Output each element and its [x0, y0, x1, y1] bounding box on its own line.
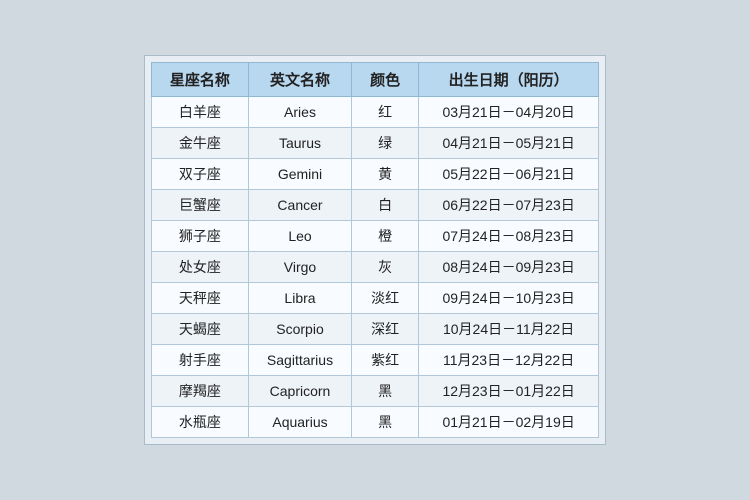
- table-row: 狮子座Leo橙07月24日－08月23日: [151, 221, 598, 252]
- cell-color: 黄: [352, 159, 419, 190]
- table-header-row: 星座名称 英文名称 颜色 出生日期（阳历）: [151, 63, 598, 97]
- cell-chinese: 双子座: [151, 159, 248, 190]
- cell-color: 灰: [352, 252, 419, 283]
- table-row: 射手座Sagittarius紫红11月23日－12月22日: [151, 345, 598, 376]
- cell-date: 11月23日－12月22日: [419, 345, 599, 376]
- cell-color: 黑: [352, 407, 419, 438]
- cell-color: 淡红: [352, 283, 419, 314]
- cell-date: 04月21日－05月21日: [419, 128, 599, 159]
- cell-color: 紫红: [352, 345, 419, 376]
- table-row: 水瓶座Aquarius黑01月21日－02月19日: [151, 407, 598, 438]
- cell-chinese: 摩羯座: [151, 376, 248, 407]
- cell-date: 07月24日－08月23日: [419, 221, 599, 252]
- zodiac-table: 星座名称 英文名称 颜色 出生日期（阳历） 白羊座Aries红03月21日－04…: [151, 62, 599, 438]
- cell-chinese: 白羊座: [151, 97, 248, 128]
- cell-chinese: 巨蟹座: [151, 190, 248, 221]
- cell-english: Aries: [248, 97, 351, 128]
- cell-date: 08月24日－09月23日: [419, 252, 599, 283]
- cell-chinese: 射手座: [151, 345, 248, 376]
- table-row: 天蝎座Scorpio深红10月24日－11月22日: [151, 314, 598, 345]
- cell-color: 绿: [352, 128, 419, 159]
- cell-chinese: 狮子座: [151, 221, 248, 252]
- header-english: 英文名称: [248, 63, 351, 97]
- cell-chinese: 天蝎座: [151, 314, 248, 345]
- cell-color: 橙: [352, 221, 419, 252]
- cell-chinese: 天秤座: [151, 283, 248, 314]
- cell-english: Cancer: [248, 190, 351, 221]
- cell-date: 05月22日－06月21日: [419, 159, 599, 190]
- cell-date: 06月22日－07月23日: [419, 190, 599, 221]
- header-date: 出生日期（阳历）: [419, 63, 599, 97]
- cell-date: 12月23日－01月22日: [419, 376, 599, 407]
- cell-chinese: 金牛座: [151, 128, 248, 159]
- table-row: 巨蟹座Cancer白06月22日－07月23日: [151, 190, 598, 221]
- cell-color: 深红: [352, 314, 419, 345]
- header-chinese: 星座名称: [151, 63, 248, 97]
- header-color: 颜色: [352, 63, 419, 97]
- cell-english: Libra: [248, 283, 351, 314]
- table-row: 处女座Virgo灰08月24日－09月23日: [151, 252, 598, 283]
- table-row: 金牛座Taurus绿04月21日－05月21日: [151, 128, 598, 159]
- cell-english: Capricorn: [248, 376, 351, 407]
- table-row: 双子座Gemini黄05月22日－06月21日: [151, 159, 598, 190]
- table-row: 天秤座Libra淡红09月24日－10月23日: [151, 283, 598, 314]
- cell-english: Virgo: [248, 252, 351, 283]
- cell-color: 红: [352, 97, 419, 128]
- zodiac-table-container: 星座名称 英文名称 颜色 出生日期（阳历） 白羊座Aries红03月21日－04…: [144, 55, 606, 445]
- cell-english: Aquarius: [248, 407, 351, 438]
- table-row: 摩羯座Capricorn黑12月23日－01月22日: [151, 376, 598, 407]
- table-row: 白羊座Aries红03月21日－04月20日: [151, 97, 598, 128]
- cell-date: 10月24日－11月22日: [419, 314, 599, 345]
- cell-english: Sagittarius: [248, 345, 351, 376]
- cell-color: 白: [352, 190, 419, 221]
- table-body: 白羊座Aries红03月21日－04月20日金牛座Taurus绿04月21日－0…: [151, 97, 598, 438]
- cell-chinese: 处女座: [151, 252, 248, 283]
- cell-english: Taurus: [248, 128, 351, 159]
- cell-date: 01月21日－02月19日: [419, 407, 599, 438]
- cell-date: 09月24日－10月23日: [419, 283, 599, 314]
- cell-english: Gemini: [248, 159, 351, 190]
- cell-color: 黑: [352, 376, 419, 407]
- cell-english: Scorpio: [248, 314, 351, 345]
- cell-date: 03月21日－04月20日: [419, 97, 599, 128]
- cell-english: Leo: [248, 221, 351, 252]
- cell-chinese: 水瓶座: [151, 407, 248, 438]
